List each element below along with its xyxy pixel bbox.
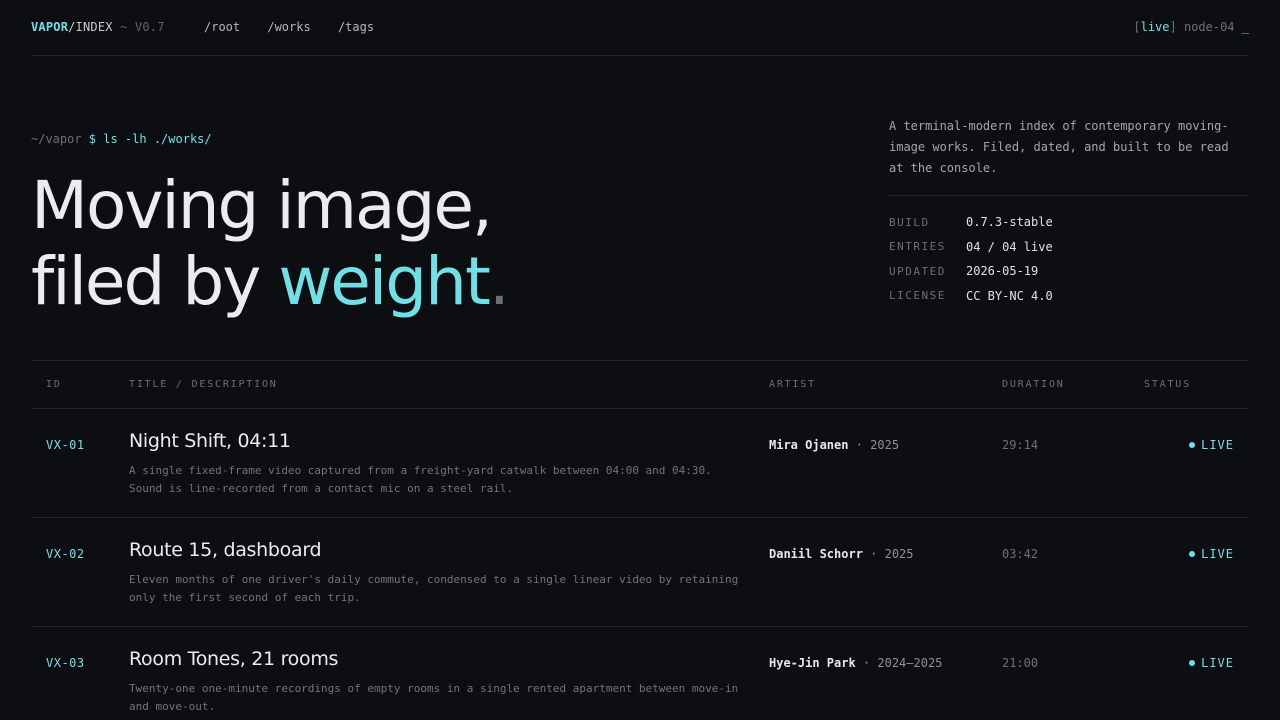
- brand-suffix: /INDEX: [68, 20, 113, 34]
- nav-item-works[interactable]: /works: [267, 20, 310, 34]
- header-duration[interactable]: DURATION: [1002, 379, 1065, 390]
- nav-item-root[interactable]: /root: [204, 20, 240, 34]
- meta-value: CC BY-NC 4.0: [966, 288, 1053, 303]
- row-id: VX-02: [46, 547, 85, 561]
- artist-year: · 2025: [862, 547, 914, 561]
- artist-name[interactable]: Daniil Schorr: [769, 547, 863, 561]
- table-row[interactable]: VX-01 Night Shift, 04:11 A single fixed-…: [31, 409, 1249, 518]
- shell-prompt: ~/vapor $ ls -lh ./works/: [31, 132, 212, 146]
- row-artist: Mira Ojanen · 2025: [769, 438, 899, 452]
- headline-line-1: Moving image,: [31, 167, 493, 244]
- table-row[interactable]: VX-03 Room Tones, 21 rooms Twenty-one on…: [31, 627, 1249, 720]
- table-header: ID TITLE / DESCRIPTION ARTIST DURATION S…: [31, 361, 1249, 409]
- meta-list: BUILD 0.7.3-stable ENTRIES 04 / 04 live UP…: [889, 210, 1249, 308]
- header-status[interactable]: STATUS: [1144, 379, 1191, 390]
- live-indicator: live: [1140, 20, 1170, 34]
- artist-year: · 2024–2025: [855, 656, 943, 670]
- header-id[interactable]: ID: [46, 379, 62, 390]
- table-row[interactable]: VX-02 Route 15, dashboard Eleven months …: [31, 518, 1249, 627]
- meta-row-build: BUILD 0.7.3-stable: [889, 210, 1249, 235]
- row-id: VX-01: [46, 438, 85, 452]
- prompt-dollar: $: [88, 132, 97, 146]
- node-label: node-04: [1176, 20, 1242, 34]
- status-dot-icon: [1189, 441, 1196, 448]
- info-panel: A terminal-modern index of contemporary …: [889, 116, 1249, 308]
- headline-line-2: filed by: [31, 243, 279, 320]
- status-badge: LIVE: [1189, 438, 1234, 452]
- status-badge: LIVE: [1189, 547, 1234, 561]
- brand-name: VAPOR: [31, 20, 69, 34]
- row-description: A single fixed-frame video captured from…: [129, 464, 712, 495]
- header-artist[interactable]: ARTIST: [769, 379, 816, 390]
- meta-row-entries: ENTRIES 04 / 04 live: [889, 235, 1249, 260]
- row-title[interactable]: Room Tones, 21 rooms: [129, 648, 338, 670]
- artist-name[interactable]: Mira Ojanen: [769, 438, 848, 452]
- main-nav: /root /works /tags: [204, 20, 394, 34]
- bracket-open: [: [1133, 20, 1141, 34]
- row-artist: Hye-Jin Park · 2024–2025: [769, 656, 942, 670]
- row-artist: Daniil Schorr · 2025: [769, 547, 914, 561]
- hero-headline: Moving image, filed by weight.: [31, 167, 510, 320]
- status-dot-icon: [1189, 550, 1196, 557]
- status-label: LIVE: [1201, 438, 1234, 452]
- meta-row-license: LICENSE CC BY-NC 4.0: [889, 284, 1249, 309]
- meta-value: 2026-05-19: [966, 264, 1039, 279]
- meta-key: UPDATED: [889, 264, 946, 278]
- row-title[interactable]: Night Shift, 04:11: [129, 430, 291, 452]
- node-status: [live] node-04 _: [1133, 20, 1249, 34]
- meta-value: 0.7.3-stable: [966, 215, 1053, 230]
- works-table: ID TITLE / DESCRIPTION ARTIST DURATION S…: [31, 360, 1249, 720]
- top-bar: VAPOR/INDEX ~ V0.7 /root /works /tags [l…: [31, 0, 1249, 56]
- site-description: A terminal-modern index of contemporary …: [889, 116, 1249, 196]
- status-label: LIVE: [1201, 547, 1234, 561]
- row-title[interactable]: Route 15, dashboard: [129, 539, 322, 561]
- row-duration: 29:14: [1002, 438, 1039, 452]
- artist-year: · 2025: [848, 438, 900, 452]
- cursor-glyph: _: [1241, 20, 1249, 34]
- nav-item-tags[interactable]: /tags: [338, 20, 374, 34]
- meta-key: BUILD: [889, 215, 930, 229]
- prompt-path: ~/vapor: [31, 132, 89, 146]
- bracket-close: ]: [1169, 20, 1177, 34]
- artist-name[interactable]: Hye-Jin Park: [769, 656, 856, 670]
- brand-version: ~ V0.7: [112, 20, 165, 34]
- row-duration: 03:42: [1002, 547, 1039, 561]
- brand-logo[interactable]: VAPOR/INDEX ~ V0.7: [31, 20, 165, 34]
- meta-value: 04 / 04 live: [966, 239, 1053, 254]
- status-dot-icon: [1189, 659, 1196, 666]
- status-label: LIVE: [1201, 656, 1234, 670]
- row-description: Eleven months of one driver's daily comm…: [129, 573, 739, 604]
- meta-row-updated: UPDATED 2026-05-19: [889, 259, 1249, 284]
- headline-dot: .: [488, 243, 510, 320]
- row-description: Twenty-one one-minute recordings of empt…: [129, 682, 739, 713]
- row-duration: 21:00: [1002, 656, 1039, 670]
- row-id: VX-03: [46, 656, 85, 670]
- meta-key: ENTRIES: [889, 240, 946, 254]
- headline-accent: weight: [278, 243, 491, 320]
- prompt-command: ls -lh ./works/: [96, 132, 212, 146]
- status-badge: LIVE: [1189, 656, 1234, 670]
- meta-key: LICENSE: [889, 289, 946, 303]
- header-title[interactable]: TITLE / DESCRIPTION: [129, 379, 278, 390]
